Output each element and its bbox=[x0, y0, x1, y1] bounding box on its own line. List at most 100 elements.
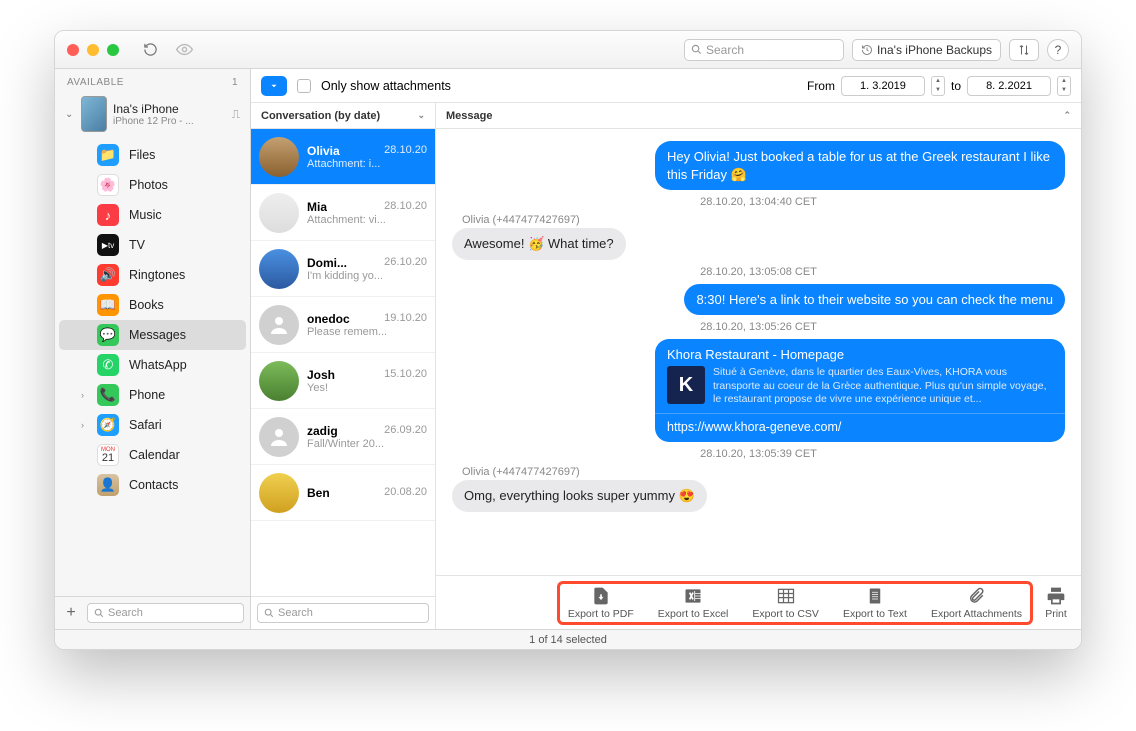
pdf-icon bbox=[590, 586, 612, 606]
conversation-item[interactable]: Olivia28.10.20Attachment: i... bbox=[251, 129, 435, 185]
export-csv-button[interactable]: Export to CSV bbox=[748, 586, 823, 620]
sidebar-header: AVAILABLE 1 bbox=[55, 69, 250, 92]
conversation-column-header[interactable]: Conversation (by date) ⌄ bbox=[251, 103, 435, 129]
sidebar-item-safari[interactable]: ›🧭Safari bbox=[59, 410, 246, 440]
global-search-input[interactable]: Search bbox=[684, 39, 844, 61]
close-window-button[interactable] bbox=[67, 44, 79, 56]
tv-icon: ▶tv bbox=[97, 234, 119, 256]
device-item[interactable]: ⌄ Ina's iPhone iPhone 12 Pro - ... ⎍ bbox=[55, 92, 250, 136]
titlebar: Search Ina's iPhone Backups ? bbox=[55, 31, 1081, 69]
sidebar-item-books[interactable]: 📖Books bbox=[59, 290, 246, 320]
history-icon bbox=[861, 44, 873, 56]
visibility-button[interactable] bbox=[171, 37, 197, 63]
backups-button[interactable]: Ina's iPhone Backups bbox=[852, 39, 1001, 61]
sidebar: AVAILABLE 1 ⌄ Ina's iPhone iPhone 12 Pro… bbox=[55, 69, 251, 629]
minimize-window-button[interactable] bbox=[87, 44, 99, 56]
message-column-header[interactable]: Message ⌃ bbox=[436, 103, 1081, 129]
date-to-input[interactable]: 8. 2.2021 bbox=[967, 76, 1051, 96]
search-placeholder: Search bbox=[706, 43, 744, 57]
sort-button[interactable] bbox=[1009, 39, 1039, 61]
timestamp: 28.10.20, 13:05:26 CET bbox=[452, 321, 1065, 333]
main-panel: Only show attachments From 1. 3.2019 ▲▼ … bbox=[251, 69, 1081, 629]
sidebar-item-whatsapp[interactable]: ✆WhatsApp bbox=[59, 350, 246, 380]
export-attachments-button[interactable]: Export Attachments bbox=[927, 586, 1026, 620]
sidebar-footer: + Search bbox=[55, 596, 250, 629]
calendar-icon: MON21 bbox=[97, 444, 119, 466]
search-icon bbox=[264, 608, 274, 618]
date-from-input[interactable]: 1. 3.2019 bbox=[841, 76, 925, 96]
chevron-down-icon: ⌄ bbox=[417, 110, 425, 121]
sidebar-item-ringtones[interactable]: 🔊Ringtones bbox=[59, 260, 246, 290]
sidebar-item-photos[interactable]: 🌸Photos bbox=[59, 170, 246, 200]
link-title: Khora Restaurant - Homepage bbox=[667, 347, 1053, 362]
sidebar-list: 📁Files 🌸Photos ♪Music ▶tvTV 🔊Ringtones 📖… bbox=[55, 136, 250, 596]
search-icon bbox=[691, 44, 702, 55]
conversation-item[interactable]: onedoc19.10.20Please remem... bbox=[251, 297, 435, 353]
avatar bbox=[259, 473, 299, 513]
sidebar-item-contacts[interactable]: 👤Contacts bbox=[59, 470, 246, 500]
sidebar-item-phone[interactable]: ›📞Phone bbox=[59, 380, 246, 410]
sidebar-item-calendar[interactable]: MON21Calendar bbox=[59, 440, 246, 470]
sidebar-item-music[interactable]: ♪Music bbox=[59, 200, 246, 230]
add-button[interactable]: + bbox=[61, 603, 81, 623]
avatar bbox=[259, 249, 299, 289]
chevron-right-icon: › bbox=[81, 420, 84, 430]
message-bubble-sent[interactable]: 8:30! Here's a link to their website so … bbox=[684, 284, 1065, 316]
chevron-right-icon: › bbox=[81, 390, 84, 400]
chevron-up-icon: ⌃ bbox=[1063, 110, 1071, 121]
photos-icon: 🌸 bbox=[97, 174, 119, 196]
phone-icon: 📞 bbox=[97, 384, 119, 406]
whatsapp-icon: ✆ bbox=[97, 354, 119, 376]
sidebar-item-messages[interactable]: 💬Messages bbox=[59, 320, 246, 350]
date-from-stepper[interactable]: ▲▼ bbox=[931, 76, 945, 96]
status-bar: 1 of 14 selected bbox=[55, 629, 1081, 649]
message-column: Message ⌃ Hey Olivia! Just booked a tabl… bbox=[436, 103, 1081, 629]
safari-icon: 🧭 bbox=[97, 414, 119, 436]
conversation-search-input[interactable]: Search bbox=[257, 603, 429, 623]
export-pdf-button[interactable]: Export to PDF bbox=[564, 586, 638, 620]
export-buttons-highlighted: Export to PDF Export to Excel Export to … bbox=[557, 581, 1033, 625]
selection-status: 1 of 14 selected bbox=[529, 634, 607, 646]
ringtones-icon: 🔊 bbox=[97, 264, 119, 286]
messages-icon: 💬 bbox=[97, 324, 119, 346]
filter-dropdown-button[interactable] bbox=[261, 76, 287, 96]
filter-bar: Only show attachments From 1. 3.2019 ▲▼ … bbox=[251, 69, 1081, 103]
conversation-column: Conversation (by date) ⌄ Olivia28.10.20A… bbox=[251, 103, 436, 629]
conversation-item[interactable]: Josh15.10.20Yes! bbox=[251, 353, 435, 409]
conversation-item[interactable]: Ben20.08.20 bbox=[251, 465, 435, 521]
zoom-window-button[interactable] bbox=[107, 44, 119, 56]
sidebar-search-input[interactable]: Search bbox=[87, 603, 244, 623]
message-bubble-sent[interactable]: Hey Olivia! Just booked a table for us a… bbox=[655, 141, 1065, 190]
date-to-stepper[interactable]: ▲▼ bbox=[1057, 76, 1071, 96]
app-window: Search Ina's iPhone Backups ? AVAILABLE … bbox=[54, 30, 1082, 650]
message-area[interactable]: Hey Olivia! Just booked a table for us a… bbox=[436, 129, 1081, 575]
help-button[interactable]: ? bbox=[1047, 39, 1069, 61]
conversation-item[interactable]: Domi...26.10.20I'm kidding yo... bbox=[251, 241, 435, 297]
export-text-button[interactable]: Export to Text bbox=[839, 586, 911, 620]
only-attachments-label: Only show attachments bbox=[321, 79, 451, 93]
device-model: iPhone 12 Pro - ... bbox=[113, 116, 194, 127]
refresh-button[interactable] bbox=[137, 37, 163, 63]
csv-icon bbox=[775, 586, 797, 606]
usb-icon: ⎍ bbox=[232, 107, 240, 122]
avatar bbox=[259, 361, 299, 401]
link-thumbnail: K bbox=[667, 366, 705, 404]
timestamp: 28.10.20, 13:05:08 CET bbox=[452, 266, 1065, 278]
avatar bbox=[259, 417, 299, 457]
books-icon: 📖 bbox=[97, 294, 119, 316]
print-button[interactable]: Print bbox=[1041, 586, 1071, 620]
sidebar-item-files[interactable]: 📁Files bbox=[59, 140, 246, 170]
link-preview-card[interactable]: Khora Restaurant - Homepage K Situé à Ge… bbox=[655, 339, 1065, 442]
conversation-item[interactable]: zadig26.09.20Fall/Winter 20... bbox=[251, 409, 435, 465]
export-excel-button[interactable]: Export to Excel bbox=[654, 586, 733, 620]
conversation-item[interactable]: Mia28.10.20Attachment: vi... bbox=[251, 185, 435, 241]
only-attachments-checkbox[interactable] bbox=[297, 79, 311, 93]
sender-label: Olivia (+447477427697) bbox=[462, 214, 1065, 226]
conversation-list: Olivia28.10.20Attachment: i... Mia28.10.… bbox=[251, 129, 435, 596]
sidebar-item-tv[interactable]: ▶tvTV bbox=[59, 230, 246, 260]
search-icon bbox=[94, 608, 104, 618]
printer-icon bbox=[1045, 586, 1067, 606]
message-bubble-received[interactable]: Omg, everything looks super yummy 😍 bbox=[452, 480, 707, 512]
excel-icon bbox=[682, 586, 704, 606]
message-bubble-received[interactable]: Awesome! 🥳 What time? bbox=[452, 228, 626, 260]
